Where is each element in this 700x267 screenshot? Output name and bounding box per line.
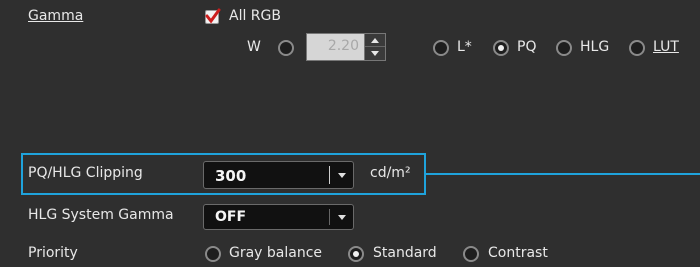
- w-radio[interactable]: [278, 40, 294, 56]
- pq-label: PQ: [517, 39, 537, 55]
- pq-radio[interactable]: [493, 40, 509, 56]
- spin-down-button[interactable]: [365, 47, 385, 60]
- callout-line: [426, 173, 700, 175]
- contrast-label: Contrast: [488, 245, 548, 261]
- dropdown-separator: [329, 209, 330, 225]
- hlg-radio[interactable]: [556, 40, 572, 56]
- all-rgb-checkbox[interactable]: [205, 8, 221, 24]
- gray-balance-label: Gray balance: [229, 245, 323, 261]
- hlg-label: HLG: [580, 39, 610, 55]
- hlg-system-gamma-label: HLG System Gamma: [28, 207, 174, 223]
- all-rgb-label: All RGB: [229, 8, 281, 24]
- dropdown-separator: [329, 166, 330, 184]
- hlg-system-gamma-value: OFF: [215, 209, 247, 225]
- chevron-down-icon: [338, 173, 346, 178]
- contrast-radio[interactable]: [463, 246, 479, 262]
- lut-radio[interactable]: [629, 40, 645, 56]
- lstar-label: L*: [457, 39, 472, 55]
- pq-hlg-clipping-value: 300: [215, 167, 247, 185]
- lstar-radio[interactable]: [433, 40, 449, 56]
- standard-radio[interactable]: [348, 246, 364, 262]
- lut-link[interactable]: LUT: [653, 39, 679, 55]
- checkmark-icon: [205, 8, 221, 24]
- priority-label: Priority: [28, 245, 78, 261]
- arrow-up-icon: [371, 38, 379, 43]
- clipping-unit: cd/m²: [370, 165, 411, 181]
- arrow-down-icon: [371, 51, 379, 56]
- w-value-spinbox[interactable]: 2.20: [306, 33, 386, 61]
- hlg-system-gamma-dropdown[interactable]: OFF: [203, 204, 354, 230]
- chevron-down-icon: [338, 215, 346, 220]
- gray-balance-radio[interactable]: [205, 246, 221, 262]
- w-value: 2.20: [327, 38, 359, 54]
- spin-up-button[interactable]: [365, 34, 385, 47]
- pq-hlg-clipping-dropdown[interactable]: 300: [203, 161, 354, 189]
- standard-label: Standard: [373, 245, 437, 261]
- pq-hlg-clipping-label: PQ/HLG Clipping: [28, 165, 143, 181]
- gamma-label[interactable]: Gamma: [28, 8, 83, 24]
- w-label: W: [247, 39, 261, 55]
